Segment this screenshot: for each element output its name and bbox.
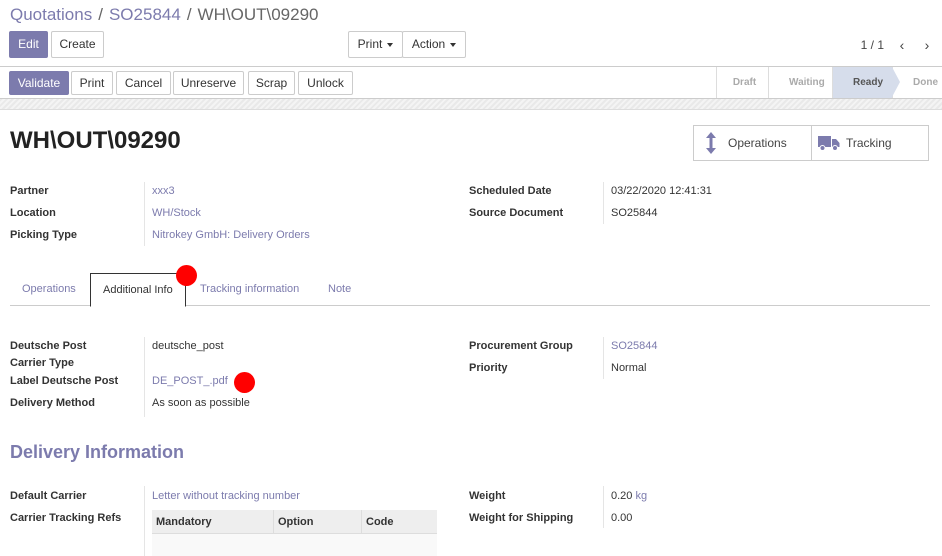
caret-down-icon: [387, 42, 394, 47]
validate-button[interactable]: Validate: [9, 71, 69, 95]
tab-note[interactable]: Note: [316, 273, 363, 306]
priority-value: Normal: [611, 362, 647, 374]
breadcrumb-separator: /: [186, 5, 192, 24]
field-divider: [603, 486, 604, 528]
pager-value[interactable]: 1 / 1: [861, 38, 884, 52]
location-label: Location: [10, 207, 56, 219]
print-label: Print: [357, 37, 383, 51]
click-marker: [176, 265, 197, 286]
deutsche-post-value: deutsche_post: [152, 340, 224, 352]
partner-label: Partner: [10, 185, 49, 197]
print-dropdown[interactable]: Print: [348, 31, 403, 58]
carrier-tracking-refs-label: Carrier Tracking Refs: [10, 512, 122, 524]
chevron-right-icon[interactable]: ›: [918, 36, 936, 54]
caret-down-icon: [450, 42, 457, 47]
scrap-button[interactable]: Scrap: [248, 71, 295, 95]
scheduled-date-label: Scheduled Date: [469, 185, 552, 197]
operations-smart-button[interactable]: Operations: [694, 126, 811, 160]
edit-button[interactable]: Edit: [9, 31, 48, 58]
tab-operations[interactable]: Operations: [10, 273, 88, 306]
table-body: [152, 534, 437, 556]
procurement-group-label: Procurement Group: [469, 340, 573, 352]
click-marker: [234, 372, 255, 393]
breadcrumb-quotations[interactable]: Quotations: [10, 5, 92, 24]
default-carrier-label: Default Carrier: [10, 490, 87, 502]
procurement-group-link[interactable]: SO25844: [611, 340, 657, 352]
column-header-code[interactable]: Code: [362, 510, 437, 533]
cancel-button[interactable]: Cancel: [116, 71, 171, 95]
status-stages: Draft Waiting Ready Done: [716, 67, 942, 99]
record-title: WH\OUT\09290: [10, 127, 181, 154]
breadcrumb-current: WH\OUT\09290: [197, 5, 319, 24]
unlock-button[interactable]: Unlock: [298, 71, 353, 95]
table-header: Mandatory Option Code: [152, 510, 437, 534]
partner-link[interactable]: xxx3: [152, 185, 175, 197]
field-divider: [144, 486, 145, 556]
default-carrier-link[interactable]: Letter without tracking number: [152, 490, 300, 502]
weight-value: 0.20 kg: [611, 490, 647, 502]
unreserve-button[interactable]: Unreserve: [173, 71, 244, 95]
field-divider: [603, 337, 604, 379]
priority-label: Priority: [469, 362, 508, 374]
smart-buttons: Operations Tracking: [693, 125, 929, 161]
statusbar: Validate Print Cancel Unreserve Scrap Un…: [0, 67, 942, 99]
stage-draft: Draft: [716, 67, 768, 98]
chevron-left-icon[interactable]: ‹: [893, 36, 911, 54]
field-divider: [144, 337, 145, 417]
field-divider: [603, 182, 604, 224]
notebook-tabs: Operations Additional Info Tracking info…: [10, 273, 930, 307]
weight-shipping-value: 0.00: [611, 512, 633, 524]
tracking-smart-button[interactable]: Tracking: [811, 126, 928, 160]
weight-number: 0.20: [611, 490, 633, 502]
breadcrumb-so[interactable]: SO25844: [109, 5, 181, 24]
field-divider: [144, 182, 145, 246]
delivery-method-value: As soon as possible: [152, 397, 250, 409]
action-label: Action: [411, 37, 446, 51]
arrows-vertical-icon: [694, 126, 728, 160]
stage-ready: Ready: [832, 67, 900, 98]
control-panel: Quotations / SO25844 / WH\OUT\09290 Edit Cre…: [0, 0, 942, 67]
scheduled-date-value: 03/22/2020 12:41:31: [611, 185, 712, 197]
tab-tracking-information[interactable]: Tracking information: [188, 273, 311, 306]
column-header-option[interactable]: Option: [274, 510, 362, 533]
print-button[interactable]: Print: [71, 71, 113, 95]
carrier-type-label: Carrier Type: [10, 357, 74, 369]
stage-waiting: Waiting: [768, 67, 832, 98]
action-dropdown[interactable]: Action: [402, 31, 466, 58]
section-title-delivery: Delivery Information: [10, 442, 185, 462]
sheet-background-divider: [0, 99, 942, 110]
picking-type-link[interactable]: Nitrokey GmbH: Delivery Orders: [152, 229, 310, 241]
picking-type-label: Picking Type: [10, 229, 78, 241]
tab-additional-info[interactable]: Additional Info: [90, 273, 186, 307]
delivery-method-label: Delivery Method: [10, 397, 95, 409]
weight-unit-link[interactable]: kg: [635, 490, 647, 502]
carrier-tracking-table: Mandatory Option Code: [152, 510, 437, 556]
label-pdf-link[interactable]: DE_POST_.pdf: [152, 375, 228, 387]
create-button[interactable]: Create: [51, 31, 104, 58]
breadcrumb-separator: /: [98, 5, 103, 24]
operations-label: Operations: [728, 136, 787, 150]
breadcrumb: Quotations / SO25844 / WH\OUT\09290: [10, 5, 318, 25]
truck-icon: [812, 126, 846, 160]
weight-shipping-label: Weight for Shipping: [469, 512, 574, 524]
source-document-label: Source Document: [469, 207, 564, 219]
deutsche-post-label: Deutsche Post: [10, 340, 87, 352]
label-deutsche-post-label: Label Deutsche Post: [10, 375, 119, 387]
tracking-label: Tracking: [846, 136, 892, 150]
column-header-mandatory[interactable]: Mandatory: [152, 510, 274, 533]
weight-label: Weight: [469, 490, 506, 502]
source-document-value: SO25844: [611, 207, 658, 219]
location-link[interactable]: WH/Stock: [152, 207, 201, 219]
